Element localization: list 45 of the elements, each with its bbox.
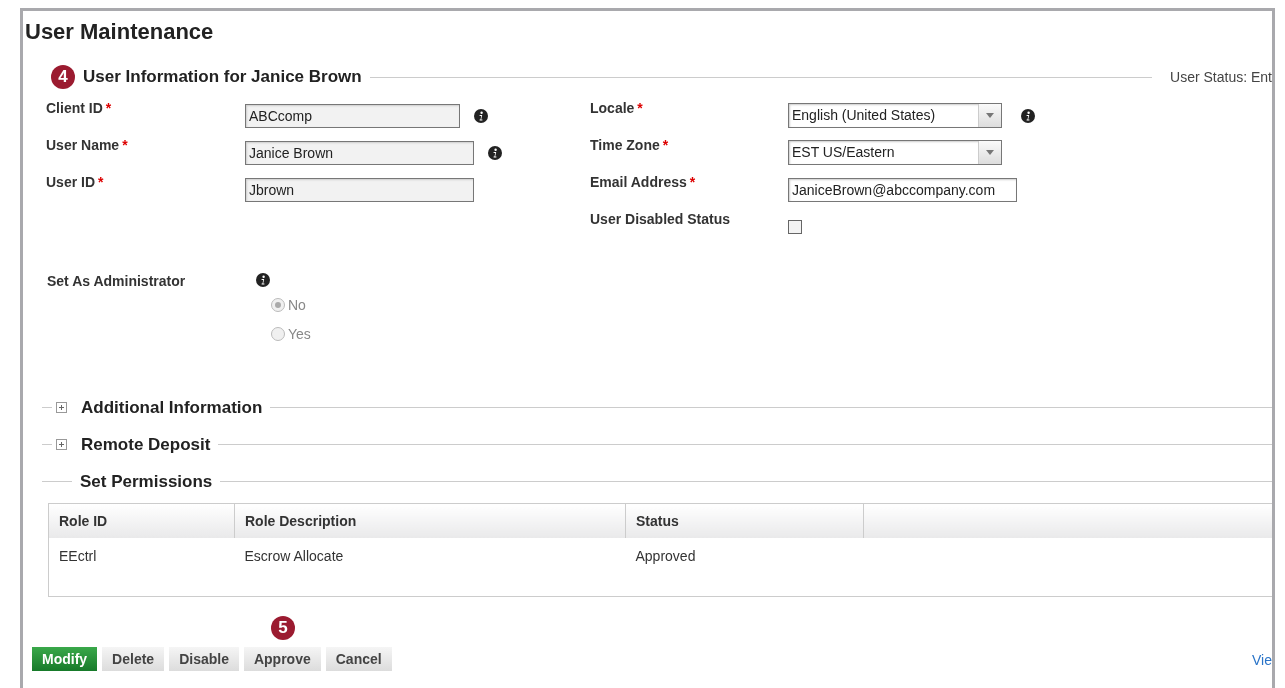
info-icon[interactable]	[474, 108, 488, 123]
action-button[interactable]: Modify	[32, 647, 98, 671]
text-field[interactable]: ABCcomp	[245, 103, 460, 128]
dropdown[interactable]: English (United States)	[788, 103, 1002, 128]
column-header: Status	[625, 504, 864, 538]
page-title: User Maintenance	[24, 18, 215, 45]
expand-icon[interactable]	[56, 402, 67, 413]
checkbox[interactable]	[788, 219, 802, 234]
field-label: Email Address *	[590, 173, 697, 190]
expand-icon[interactable]	[56, 439, 67, 450]
dropdown[interactable]: EST US/Eastern	[788, 140, 1002, 165]
info-icon[interactable]	[256, 272, 270, 287]
table-cell: EEctrl	[49, 538, 235, 564]
field-label: Client ID *	[46, 99, 113, 116]
column-header: Role ID	[49, 504, 235, 538]
action-button[interactable]: Cancel	[325, 647, 392, 671]
caret-icon	[986, 113, 994, 118]
section-title: User Information for Janice Brown	[83, 67, 362, 87]
text-field[interactable]: Jbrown	[245, 177, 474, 202]
field-label: Locale *	[590, 99, 644, 116]
field-label: User ID *	[46, 173, 105, 190]
action-button[interactable]: Delete	[102, 647, 165, 671]
step-badge: 5	[270, 616, 295, 640]
field-label: User Name *	[46, 136, 129, 153]
table-cell: Approved	[625, 538, 864, 564]
radio-label: Yes	[288, 326, 311, 342]
user-status: User Status: Ent	[1170, 69, 1272, 85]
column-header: Role Description	[234, 504, 626, 538]
action-button[interactable]: Approve	[243, 647, 321, 671]
section-title: Set Permissions	[80, 471, 213, 492]
table-cell: Escrow Allocate	[234, 538, 626, 564]
text-field[interactable]: Janice Brown	[245, 140, 474, 165]
section-title[interactable]: Additional Information	[81, 397, 263, 418]
info-icon[interactable]	[488, 145, 502, 160]
field-label: User Disabled Status	[590, 210, 732, 227]
action-button[interactable]: Disable	[169, 647, 239, 671]
radio-label: No	[288, 297, 306, 313]
caret-icon	[986, 150, 994, 155]
text-field[interactable]: JaniceBrown@abccompany.com	[788, 177, 1017, 202]
view-link[interactable]: Vie	[1252, 652, 1272, 668]
info-icon[interactable]	[1021, 108, 1035, 123]
step-badge: 4	[51, 65, 75, 89]
field-label: Time Zone *	[590, 136, 670, 153]
field-label: Set As Administrator	[47, 272, 187, 289]
section-title[interactable]: Remote Deposit	[81, 434, 211, 455]
